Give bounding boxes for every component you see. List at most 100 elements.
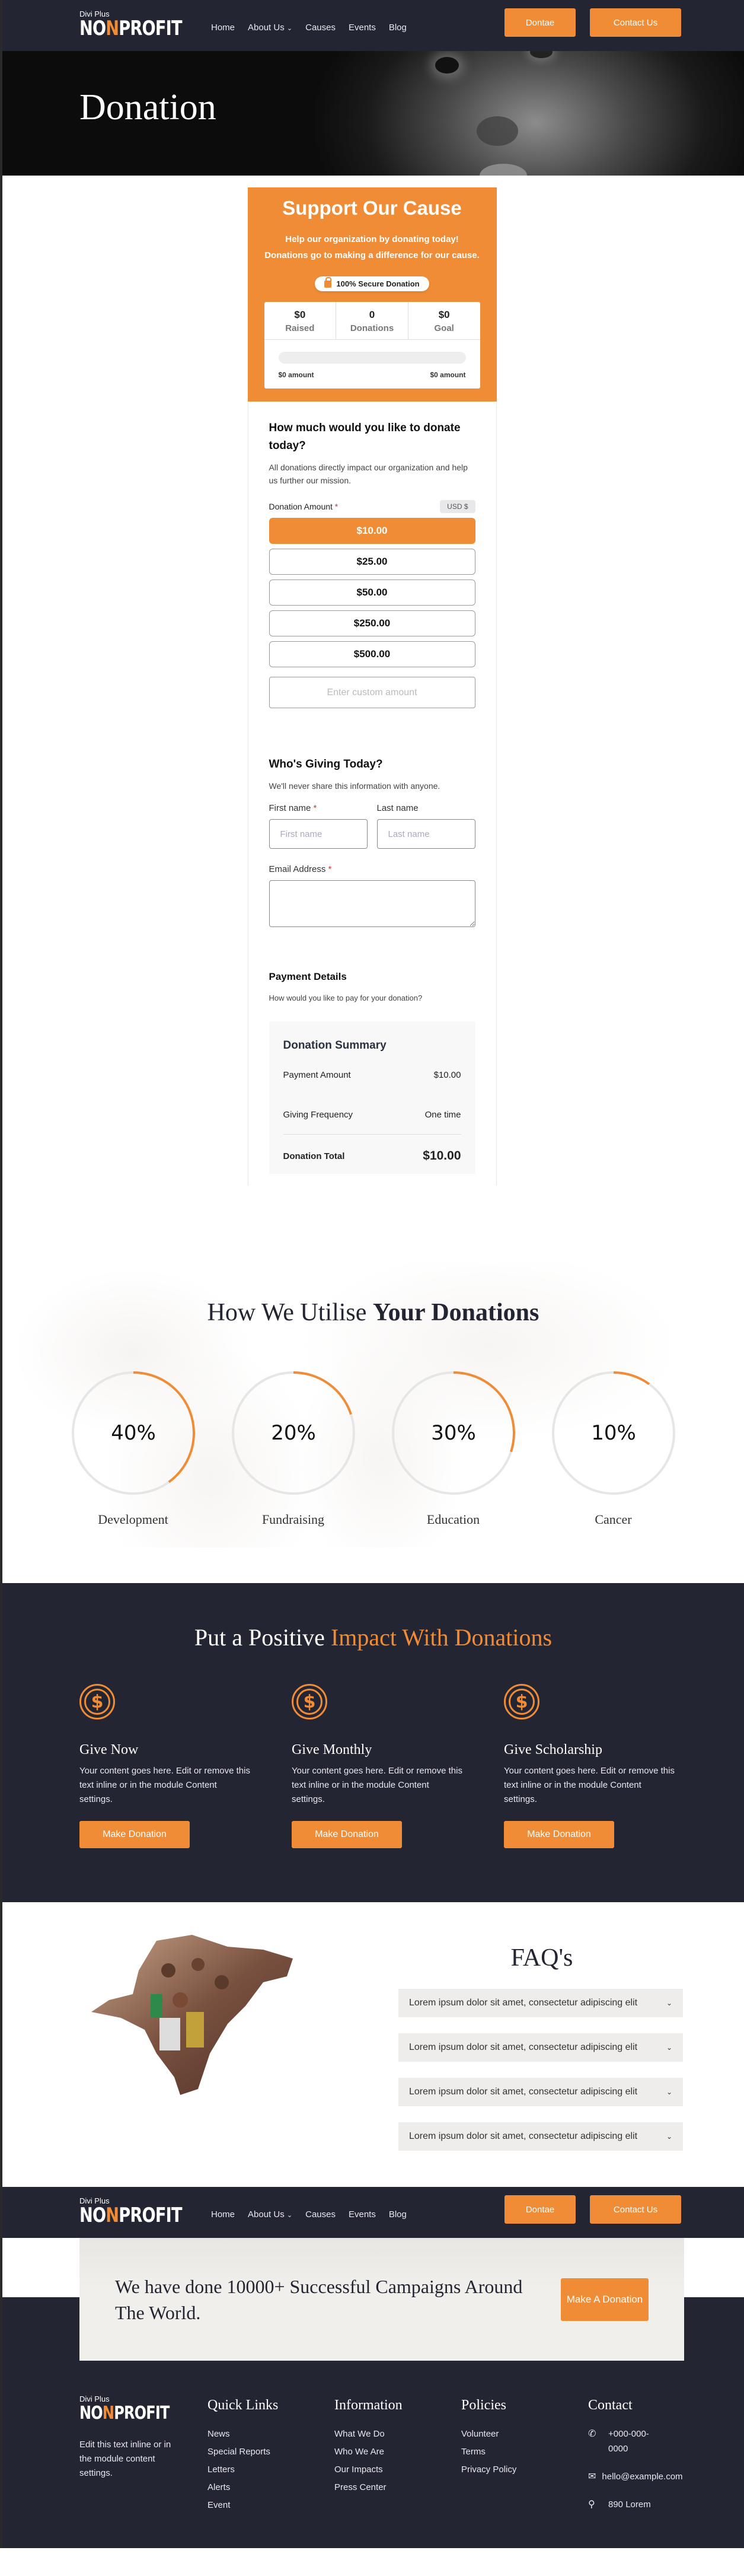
nav-causes[interactable]: Causes <box>305 23 336 33</box>
nav-blog[interactable]: Blog <box>389 2209 407 2220</box>
row-value: $10.00 <box>433 1070 461 1080</box>
chevron-down-icon: ⌄ <box>286 2212 293 2219</box>
footer-link[interactable]: Special Reports <box>207 2443 278 2461</box>
stat-value: 0 <box>369 309 375 320</box>
footer-link[interactable]: Press Center <box>334 2479 403 2497</box>
faq-question: Lorem ipsum dolor sit amet, consectetur … <box>409 2087 638 2097</box>
make-donation-button[interactable]: Make Donation <box>292 1821 402 1848</box>
amount-option[interactable]: $250.00 <box>269 610 475 636</box>
hero-image-detail <box>477 116 518 146</box>
last-name-input[interactable] <box>376 819 475 849</box>
make-donation-button[interactable]: Make Donation <box>79 1821 190 1848</box>
summary-title: Donation Summary <box>283 1039 387 1052</box>
amount-label-text: Donation Amount <box>269 502 333 511</box>
give-option: $ Give Scholarship Your content goes her… <box>504 1684 716 1848</box>
faq-item[interactable]: Lorem ipsum dolor sit amet, consectetur … <box>398 2033 683 2062</box>
hero-banner: Donation <box>2 51 744 176</box>
address-text: 890 Lorem <box>608 2499 651 2510</box>
site-logo[interactable]: Divi Plus NONPROFIT <box>79 2197 207 2227</box>
footer-link[interactable]: Alerts <box>207 2479 278 2497</box>
footer-link[interactable]: Our Impacts <box>334 2461 403 2479</box>
contact-phone: ✆ +000-000-0000 <box>588 2427 677 2456</box>
nav-events[interactable]: Events <box>349 2209 376 2220</box>
hero-image-detail <box>480 164 527 176</box>
footer-navbar: Divi Plus NONPROFIT Home About Us ⌄ Caus… <box>2 2187 744 2238</box>
faq-title: FAQ's <box>510 1944 573 1972</box>
custom-amount-input[interactable] <box>269 677 475 708</box>
phone-text[interactable]: +000-000-0000 <box>608 2427 650 2456</box>
stat-goal: $0 Goal <box>408 302 480 339</box>
donate-button[interactable]: Dontae <box>504 8 576 37</box>
hero-image-detail <box>435 57 459 74</box>
footer-link[interactable]: Who We Are <box>334 2443 403 2461</box>
logo-part: NO <box>79 2403 103 2424</box>
utilise-item: 10% Cancer <box>550 1370 677 1527</box>
logo-part: PROFIT <box>119 17 182 40</box>
contact-us-button[interactable]: Contact Us <box>590 8 681 37</box>
title-normal: How We Utilise <box>207 1299 373 1326</box>
nav-causes[interactable]: Causes <box>305 2209 336 2220</box>
stats-row: $0 Raised 0 Donations $0 Goal <box>264 302 480 340</box>
footer-link[interactable]: Privacy Policy <box>461 2461 516 2479</box>
giver-desc: We'll never share this information with … <box>269 781 440 791</box>
footer-logo[interactable]: Divi Plus NONPROFIT <box>79 2395 191 2424</box>
email-text[interactable]: hello@example.com <box>602 2469 682 2484</box>
goal-progress: $0 amount $0 amount <box>264 340 480 389</box>
footer-link[interactable]: What We Do <box>334 2425 403 2443</box>
secure-label: 100% Secure Donation <box>336 279 420 288</box>
stat-label: Goal <box>434 323 454 333</box>
footer-link[interactable]: Letters <box>207 2461 278 2479</box>
chevron-down-icon: ⌄ <box>286 25 293 32</box>
cta-section: We have done 10000+ Successful Campaigns… <box>2 2238 744 2383</box>
nav-home[interactable]: Home <box>211 2209 235 2220</box>
amount-option[interactable]: $50.00 <box>269 579 475 606</box>
logo-wordmark: NONPROFIT <box>79 2403 170 2424</box>
nav-blog[interactable]: Blog <box>389 23 407 33</box>
title-normal: Put a Positive <box>194 1624 331 1651</box>
faq-item[interactable]: Lorem ipsum dolor sit amet, consectetur … <box>398 2078 683 2106</box>
donate-button[interactable]: Dontae <box>504 2195 576 2224</box>
faq-item[interactable]: Lorem ipsum dolor sit amet, consectetur … <box>398 1989 683 2017</box>
cta-text: We have done 10000+ Successful Campaigns… <box>115 2275 523 2323</box>
footer-col-title: Quick Links <box>207 2397 279 2413</box>
cause-header: Support Our Cause Help our organization … <box>247 187 497 402</box>
footer-link[interactable]: News <box>207 2425 278 2443</box>
amount-option[interactable]: $10.00 <box>269 518 475 544</box>
ring-percent: 20% <box>271 1421 316 1445</box>
footer-link[interactable]: Volunteer <box>461 2425 516 2443</box>
progress-ring: 40% <box>71 1371 195 1495</box>
contact-email: ✉ hello@example.com <box>588 2469 683 2484</box>
page-title: Donation <box>79 87 216 128</box>
faq-item[interactable]: Lorem ipsum dolor sit amet, consectetur … <box>398 2122 683 2151</box>
nav-events[interactable]: Events <box>349 23 376 33</box>
amount-option[interactable]: $500.00 <box>269 641 475 667</box>
first-name-input[interactable] <box>269 819 368 849</box>
logo-part: NO <box>79 17 106 40</box>
footer-link[interactable]: Terms <box>461 2443 516 2461</box>
make-a-donation-button[interactable]: Make A Donation <box>561 2278 649 2321</box>
logo-wordmark: NONPROFIT <box>79 17 183 40</box>
summary-row-amount: Payment Amount $10.00 <box>283 1070 461 1080</box>
amount-option[interactable]: $25.00 <box>269 549 475 575</box>
nav-about-us[interactable]: About Us ⌄ <box>248 2209 292 2220</box>
logo-accent: N <box>102 2403 114 2424</box>
contact-us-button[interactable]: Contact Us <box>590 2195 681 2224</box>
footer-links: News Special Reports Letters Alerts Even… <box>207 2425 278 2514</box>
currency-selector[interactable]: USD $ <box>440 500 475 513</box>
nav-home[interactable]: Home <box>211 23 235 33</box>
site-logo[interactable]: Divi Plus NONPROFIT <box>79 10 207 39</box>
chevron-down-icon: ⌄ <box>666 2088 672 2096</box>
ring-percent: 10% <box>591 1421 636 1445</box>
faq-question: Lorem ipsum dolor sit amet, consectetur … <box>409 1998 638 2008</box>
footer-link[interactable]: Event <box>207 2497 278 2514</box>
nav-about-us[interactable]: About Us ⌄ <box>248 23 292 33</box>
title-highlight: Impact With Donations <box>330 1624 553 1651</box>
email-input[interactable] <box>269 880 475 927</box>
utilise-item: 20% Fundraising <box>230 1370 357 1527</box>
first-name-label: First name * <box>269 803 368 813</box>
logo-accent: N <box>106 2204 119 2227</box>
row-label: Giving Frequency <box>283 1110 353 1120</box>
make-donation-button[interactable]: Make Donation <box>504 1821 614 1848</box>
donation-stats: $0 Raised 0 Donations $0 Goal $0 amount $0 … <box>264 302 480 389</box>
